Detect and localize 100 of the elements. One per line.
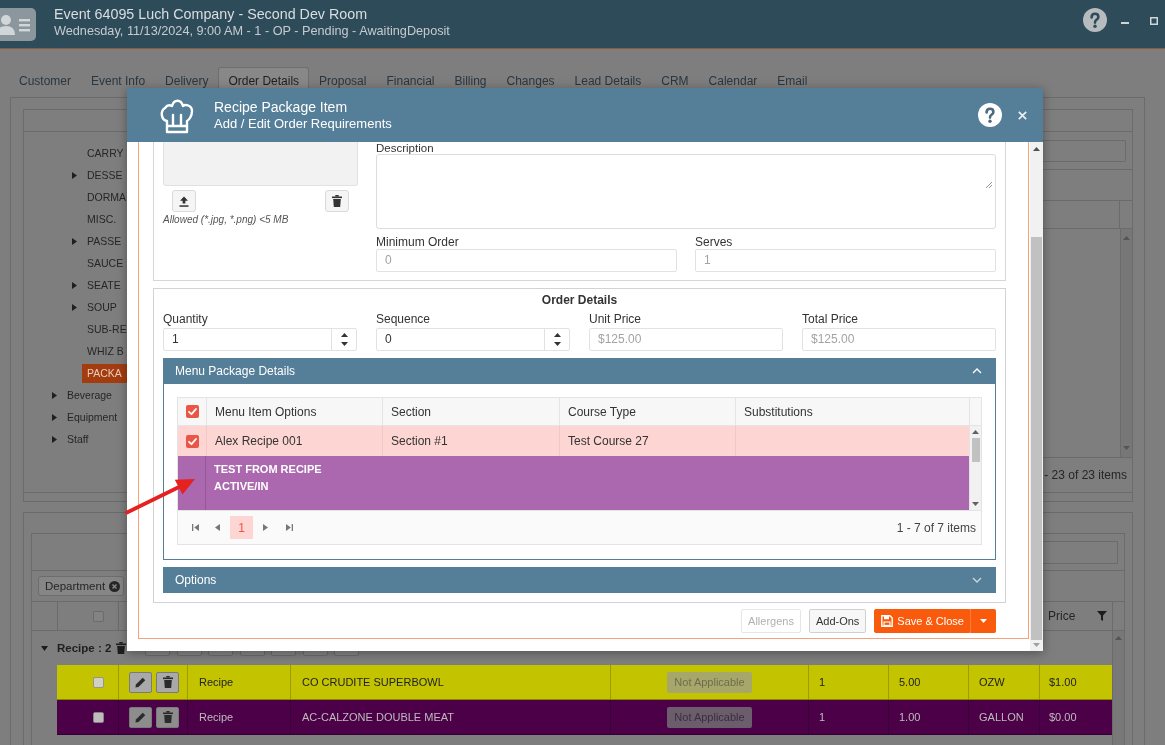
table-cell: Recipe xyxy=(199,676,234,688)
caret-right-icon[interactable] xyxy=(52,391,57,399)
decrement-icon[interactable] xyxy=(553,341,561,346)
field-label: Total Price xyxy=(802,313,860,326)
table-cell-text: ACTIVE/IN xyxy=(214,479,270,494)
tree-item[interactable]: DESSE xyxy=(87,165,123,185)
trash-icon[interactable] xyxy=(116,642,127,654)
scrollbar-thumb[interactable] xyxy=(971,438,980,462)
help-icon[interactable] xyxy=(1083,8,1107,32)
first-page-icon[interactable] xyxy=(192,524,199,531)
tab[interactable]: Email xyxy=(767,67,818,93)
tab[interactable]: Changes xyxy=(496,67,565,93)
scrollbar[interactable] xyxy=(1112,631,1124,745)
table-row[interactable]: Alex Recipe 001 Section #1 Test Course 27 xyxy=(178,426,969,456)
tab[interactable]: Proposal xyxy=(309,67,377,93)
panel-header[interactable]: Options xyxy=(163,567,996,593)
column-header[interactable]: Menu Item Options xyxy=(215,404,317,419)
table-cell: Recipe xyxy=(199,711,234,723)
upload-button[interactable] xyxy=(172,190,196,212)
caret-right-icon[interactable] xyxy=(72,281,77,289)
column-header[interactable]: Section xyxy=(391,404,432,419)
help-icon[interactable] xyxy=(978,103,1002,127)
tab[interactable]: Calendar xyxy=(698,67,768,93)
pager-summary: 1 - 7 of 7 items xyxy=(896,520,977,535)
decrement-icon[interactable] xyxy=(340,341,348,346)
upload-icon xyxy=(179,195,189,207)
tab[interactable]: Customer xyxy=(9,67,81,93)
table-row[interactable]: TEST FROM RECIPE ACTIVE/IN xyxy=(178,456,969,510)
increment-icon[interactable] xyxy=(340,333,348,338)
dialog-subtitle: Add / Edit Order Requirements xyxy=(214,115,392,132)
page-button[interactable]: 1 xyxy=(230,516,253,539)
caret-right-icon[interactable] xyxy=(72,171,77,179)
number-field[interactable]: 1 xyxy=(163,328,357,351)
caret-right-icon[interactable] xyxy=(72,237,77,245)
tab[interactable]: Event Info xyxy=(81,67,156,93)
status-badge: Not Applicable xyxy=(667,671,752,693)
save-button[interactable]: Save & Close xyxy=(874,609,970,633)
checkbox[interactable] xyxy=(185,405,199,418)
tree-item[interactable]: SUB-RE xyxy=(87,319,127,339)
edit-button[interactable] xyxy=(129,706,152,728)
tree-item[interactable]: DORMA xyxy=(87,187,127,207)
field-label: Minimum Order xyxy=(376,236,460,249)
delete-button[interactable] xyxy=(156,671,179,693)
tab[interactable]: Lead Details xyxy=(564,67,652,93)
table-cell: $0.00 xyxy=(1049,711,1077,723)
tree-item[interactable]: SOUP xyxy=(87,297,117,317)
caret-down-icon xyxy=(979,619,987,623)
tree-item[interactable]: WHIZ B xyxy=(87,341,124,361)
last-page-icon[interactable] xyxy=(286,524,293,531)
increment-icon[interactable] xyxy=(553,333,561,338)
caret-right-icon[interactable] xyxy=(72,303,77,311)
tree-item[interactable]: CARRY xyxy=(87,143,124,163)
checkbox[interactable] xyxy=(93,711,104,723)
table-cell: Test Course 27 xyxy=(568,434,649,448)
column-header[interactable]: Course Type xyxy=(568,404,636,419)
checkbox[interactable] xyxy=(93,676,104,688)
description-field[interactable] xyxy=(376,154,996,229)
scrollbar[interactable] xyxy=(1030,142,1043,651)
tree-item[interactable]: PASSE xyxy=(87,231,122,251)
resize-grip-icon[interactable] xyxy=(986,182,992,188)
tree-item[interactable]: Beverage xyxy=(67,385,112,405)
column-header[interactable]: Substitutions xyxy=(744,404,813,419)
caret-right-icon[interactable] xyxy=(52,435,57,443)
dialog-button[interactable]: Add-Ons xyxy=(808,609,867,633)
tab[interactable]: Financial xyxy=(376,67,445,93)
tree-item[interactable]: Equipment xyxy=(67,407,118,427)
number-field[interactable]: 0 xyxy=(376,328,570,351)
scroll-down-icon[interactable] xyxy=(1033,643,1040,647)
table-cell: OZW xyxy=(979,676,1005,688)
previous-page-icon[interactable] xyxy=(215,524,220,531)
scroll-up-icon[interactable] xyxy=(1033,147,1040,151)
pencil-icon xyxy=(135,676,146,688)
tab[interactable]: Billing xyxy=(444,67,497,93)
scrollbar-thumb[interactable] xyxy=(1031,237,1042,640)
tree-item[interactable]: PACKA xyxy=(82,363,127,383)
tree-item[interactable]: SEATE xyxy=(87,275,121,295)
dialog-title: Recipe Package Item xyxy=(214,98,349,116)
panel-header[interactable]: Menu Package Details xyxy=(163,358,996,384)
group-label: Recipe : 2 xyxy=(57,642,112,654)
scroll-down-icon[interactable] xyxy=(972,502,979,506)
section-title: Order Details xyxy=(540,293,619,307)
close-icon[interactable] xyxy=(1018,110,1027,120)
filter-icon[interactable] xyxy=(1097,611,1107,621)
tab[interactable]: CRM xyxy=(651,67,699,93)
edit-button[interactable] xyxy=(129,671,152,693)
checkbox[interactable] xyxy=(185,434,199,448)
remove-icon[interactable] xyxy=(109,580,121,592)
column-header[interactable]: Price xyxy=(1048,609,1076,623)
next-page-icon[interactable] xyxy=(263,524,268,531)
caret-down-icon[interactable] xyxy=(41,645,48,651)
checkbox[interactable] xyxy=(93,610,104,622)
scroll-up-icon[interactable] xyxy=(972,430,979,434)
tree-item[interactable]: Staff xyxy=(67,429,89,449)
tree-item[interactable]: SAUCE xyxy=(87,253,124,273)
tree-item[interactable]: MISC. xyxy=(87,209,117,229)
caret-right-icon[interactable] xyxy=(52,413,57,421)
table-cell: CO CRUDITE SUPERBOWL xyxy=(302,676,444,688)
filter-chip[interactable]: Department xyxy=(38,576,125,596)
tab[interactable]: Delivery xyxy=(155,67,219,93)
maximize-icon[interactable] xyxy=(1150,17,1158,25)
